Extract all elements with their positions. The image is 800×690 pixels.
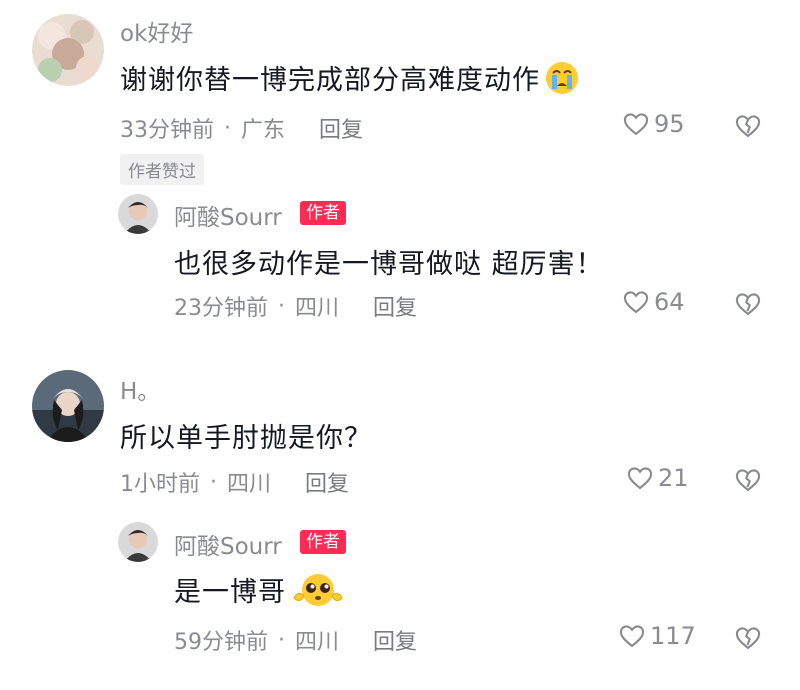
avatar-image bbox=[118, 522, 158, 562]
comment-time: 1小时前 bbox=[120, 472, 200, 497]
like-button[interactable]: 95 bbox=[622, 110, 685, 138]
comment-text-body: 谢谢你替一博完成部分高难度动作 bbox=[120, 65, 540, 96]
reply-text: 也很多动作是一博哥做哒 超厉害！ bbox=[174, 249, 604, 280]
dislike-button[interactable] bbox=[734, 112, 762, 140]
pleading-face-emoji bbox=[290, 572, 346, 615]
like-button[interactable]: 117 bbox=[618, 622, 696, 650]
reply-location: 四川 bbox=[295, 296, 340, 321]
comment-location: 四川 bbox=[227, 472, 272, 497]
heart-icon bbox=[619, 625, 645, 648]
reply-text: 是一博哥 bbox=[174, 570, 346, 615]
broken-heart-icon bbox=[735, 469, 761, 492]
comment-text: 谢谢你替一博完成部分高难度动作 bbox=[120, 58, 580, 103]
reply-button[interactable]: 回复 bbox=[305, 466, 349, 498]
dislike-button[interactable] bbox=[734, 624, 762, 652]
comment-text: 所以单手肘抛是你？ bbox=[120, 423, 372, 454]
reply-meta: 59分钟前 · 四川 回复 bbox=[174, 624, 417, 656]
broken-heart-icon bbox=[735, 115, 761, 138]
author-tag: 作者 bbox=[300, 201, 346, 225]
comment-username[interactable]: H。 bbox=[120, 372, 160, 406]
reply-button[interactable]: 回复 bbox=[373, 290, 417, 322]
comment-meta: 33分钟前 · 广东 回复 bbox=[120, 112, 363, 144]
reply-location: 四川 bbox=[295, 630, 340, 655]
comment-meta: 1小时前 · 四川 回复 bbox=[120, 466, 349, 498]
comment-username[interactable]: ok好好 bbox=[120, 14, 193, 48]
like-count: 95 bbox=[654, 110, 685, 138]
dislike-button[interactable] bbox=[734, 466, 762, 494]
like-button[interactable]: 21 bbox=[626, 464, 689, 492]
heart-icon bbox=[623, 113, 649, 136]
avatar-image bbox=[118, 194, 158, 234]
reply-username[interactable]: 阿酸Sourr bbox=[174, 198, 282, 232]
meta-separator: · bbox=[210, 469, 217, 495]
heart-icon bbox=[627, 467, 653, 490]
broken-heart-icon bbox=[735, 293, 761, 316]
meta-separator: · bbox=[278, 627, 285, 653]
reply-username[interactable]: 阿酸Sourr bbox=[174, 527, 282, 561]
reply-time: 23分钟前 bbox=[174, 296, 268, 321]
avatar-image bbox=[32, 370, 104, 442]
reply-time: 59分钟前 bbox=[174, 630, 268, 655]
like-button[interactable]: 64 bbox=[622, 288, 685, 316]
avatar[interactable] bbox=[32, 14, 104, 86]
like-count: 117 bbox=[650, 622, 696, 650]
avatar[interactable] bbox=[118, 522, 158, 562]
avatar[interactable] bbox=[118, 194, 158, 234]
dislike-button[interactable] bbox=[734, 290, 762, 318]
comment-location: 广东 bbox=[241, 118, 286, 143]
like-count: 64 bbox=[654, 288, 685, 316]
meta-separator: · bbox=[224, 115, 231, 141]
broken-heart-icon bbox=[735, 627, 761, 650]
author-tag: 作者 bbox=[300, 530, 346, 554]
reply-button[interactable]: 回复 bbox=[373, 624, 417, 656]
reply-button[interactable]: 回复 bbox=[319, 112, 363, 144]
avatar-image bbox=[32, 14, 104, 86]
meta-separator: · bbox=[278, 293, 285, 319]
like-count: 21 bbox=[658, 464, 689, 492]
comment-time: 33分钟前 bbox=[120, 118, 214, 143]
avatar[interactable] bbox=[32, 370, 104, 442]
reply-text-body: 是一博哥 bbox=[174, 577, 286, 608]
heart-icon bbox=[623, 291, 649, 314]
reply-meta: 23分钟前 · 四川 回复 bbox=[174, 290, 417, 322]
crying-face-emoji bbox=[544, 60, 580, 103]
author-liked-badge: 作者赞过 bbox=[120, 154, 204, 185]
